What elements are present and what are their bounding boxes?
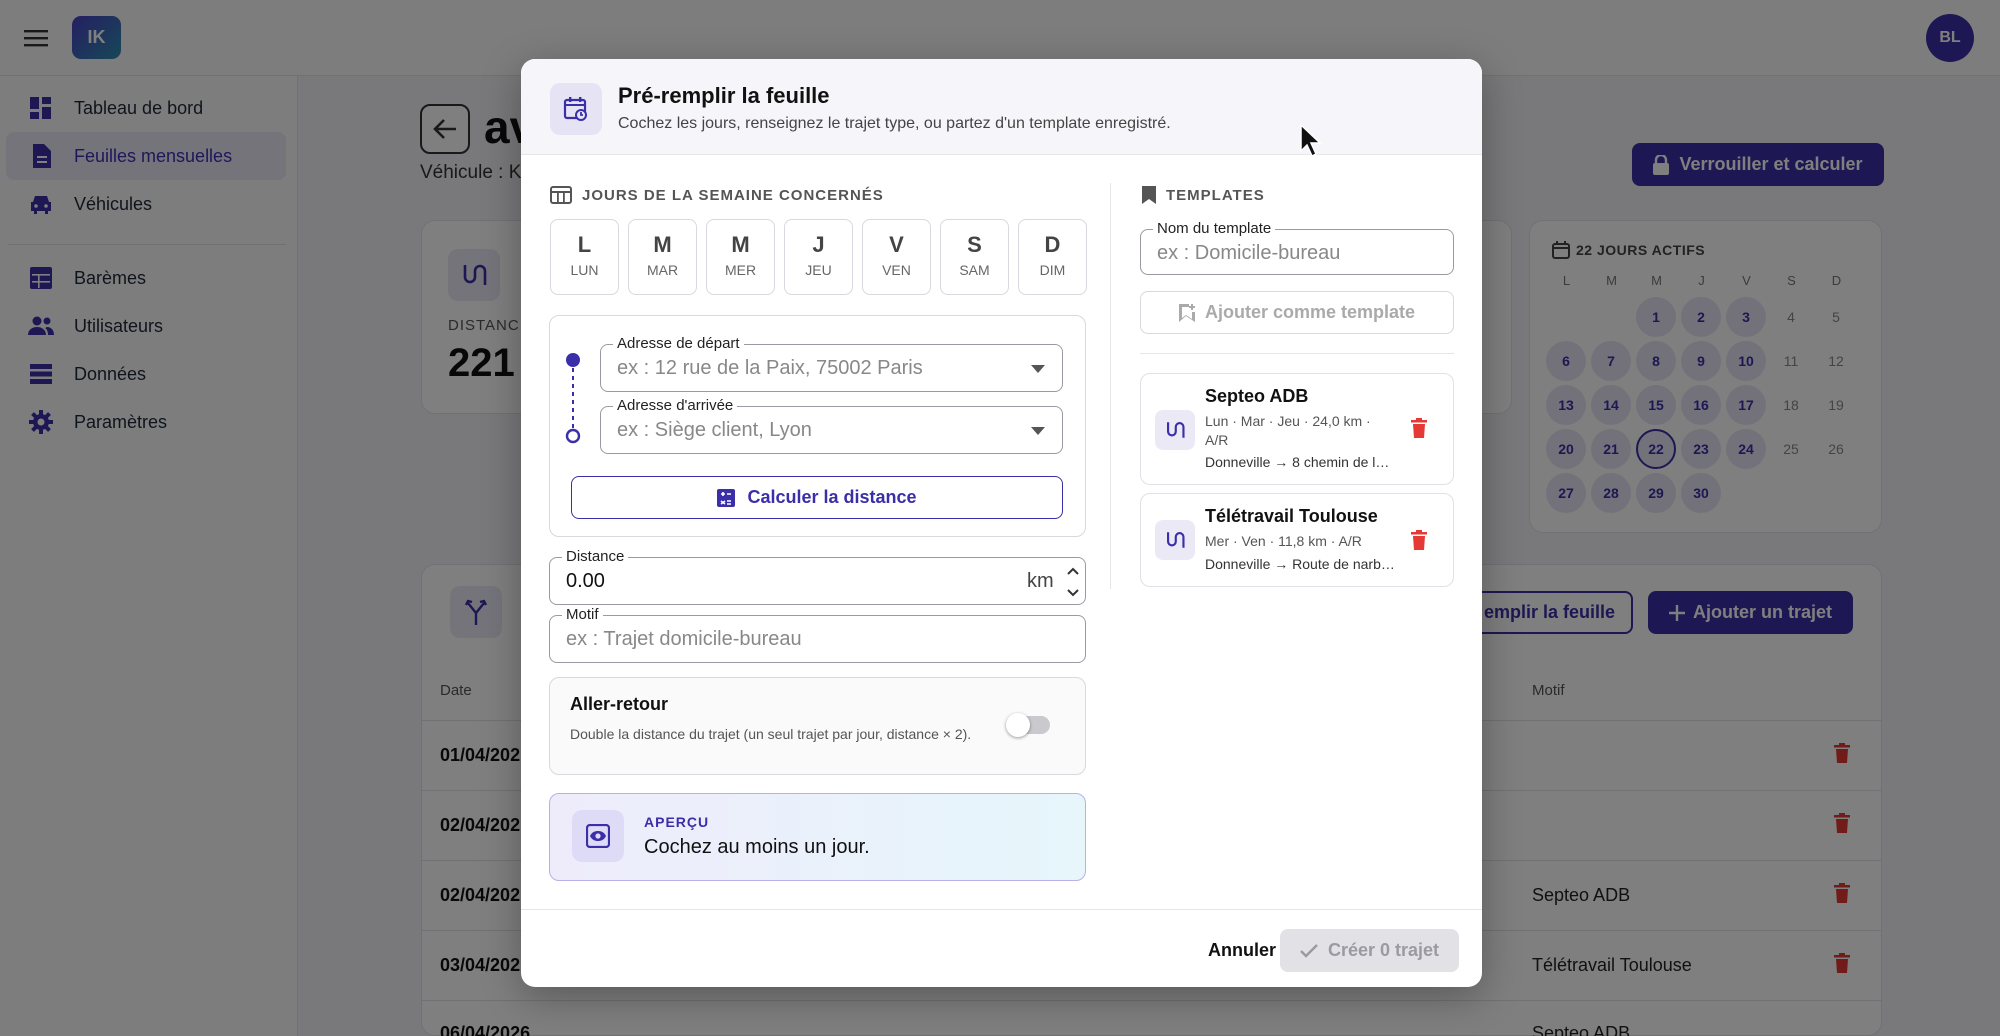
preview-text: Cochez au moins un jour. (644, 836, 870, 858)
day-short: SAM (959, 262, 990, 278)
dialog-header: Pré-remplir la feuille Cochez les jours,… (521, 59, 1482, 155)
stepper-icon[interactable] (1066, 564, 1080, 600)
arrival-placeholder: ex : Siège client, Lyon (617, 419, 812, 441)
day-letter: V (889, 232, 904, 257)
motif-label: Motif (562, 606, 603, 623)
distance-unit: km (1027, 570, 1054, 592)
dialog-subtitle: Cochez les jours, renseignez le trajet t… (618, 115, 1171, 132)
template-name-label: Nom du template (1153, 220, 1276, 237)
calendar-week-icon (550, 186, 572, 204)
create-trips-button[interactable]: Créer 0 trajet (1280, 929, 1459, 972)
eye-icon (572, 810, 624, 862)
round-trip-box: Aller-retour Double la distance du traje… (549, 677, 1086, 775)
day-letter: M (731, 232, 750, 257)
preview-box: APERÇU Cochez au moins un jour. (549, 793, 1086, 881)
motif-field[interactable]: Motif ex : Trajet domicile-bureau (549, 606, 1086, 663)
dialog-footer: Annuler Créer 0 trajet (521, 909, 1482, 987)
day-short: DIM (1039, 262, 1066, 278)
days-section-title: JOURS DE LA SEMAINE CONCERNÉS (550, 186, 884, 204)
add-template-button[interactable]: Ajouter comme template (1140, 291, 1454, 334)
day-toggle-sunday[interactable]: D DIM (1018, 219, 1087, 295)
arrival-address-field[interactable]: Adresse d'arrivée ex : Siège client, Lyo… (600, 397, 1063, 454)
trash-icon[interactable] (1411, 530, 1427, 550)
template-name: Télétravail Toulouse (1205, 506, 1378, 526)
day-letter: D (1044, 232, 1061, 257)
day-letter: L (577, 232, 592, 257)
route-icon (1155, 520, 1195, 560)
bookmark-icon (1142, 186, 1156, 204)
calendar-refresh-icon (550, 83, 602, 135)
day-toggle-tuesday[interactable]: M MAR (628, 219, 697, 295)
caret-down-icon (1031, 365, 1045, 373)
templates-section-title: TEMPLATES (1142, 186, 1265, 204)
day-toggle-wednesday[interactable]: M MER (706, 219, 775, 295)
template-route: Donneville → 8 chemin de la terrasse Tou… (1205, 454, 1395, 470)
column-divider (1110, 183, 1111, 589)
mouse-cursor-icon (1300, 124, 1322, 158)
day-short: MAR (646, 262, 679, 278)
template-name-field[interactable]: Nom du template ex : Domicile-bureau (1140, 220, 1454, 275)
day-letter: J (812, 232, 825, 257)
template-item[interactable]: Télétravail Toulouse Mer · Ven · 11,8 km… (1140, 493, 1454, 587)
departure-address-field[interactable]: Adresse de départ ex : 12 rue de la Paix… (600, 335, 1063, 392)
templates-section-label: TEMPLATES (1166, 186, 1265, 204)
trash-icon[interactable] (1411, 418, 1427, 438)
check-icon (1300, 943, 1318, 958)
dialog-title: Pré-remplir la feuille (618, 83, 830, 108)
prefill-dialog: Pré-remplir la feuille Cochez les jours,… (521, 59, 1482, 987)
distance-value: 0.00 (566, 570, 605, 592)
caret-down-icon (1031, 427, 1045, 435)
create-trips-label: Créer 0 trajet (1327, 940, 1440, 960)
day-letter: M (653, 232, 672, 257)
template-meta: Mer · Ven · 11,8 km · A/R (1205, 533, 1362, 549)
days-section-label: JOURS DE LA SEMAINE CONCERNÉS (582, 186, 884, 204)
departure-label: Adresse de départ (613, 335, 744, 352)
round-trip-description: Double la distance du trajet (un seul tr… (570, 726, 972, 742)
distance-label: Distance (562, 548, 629, 565)
distance-field[interactable]: Distance 0.00 km (549, 548, 1086, 605)
calculator-icon (717, 488, 736, 507)
round-trip-title: Aller-retour (570, 694, 669, 714)
motif-placeholder: ex : Trajet domicile-bureau (566, 628, 802, 650)
day-short: VEN (882, 262, 911, 278)
day-letter: S (967, 232, 982, 257)
day-short: MER (724, 262, 757, 278)
templates-divider (1140, 353, 1454, 354)
route-box: Adresse de départ ex : 12 rue de la Paix… (549, 315, 1086, 537)
round-trip-toggle[interactable] (1006, 713, 1050, 737)
add-template-label: Ajouter comme template (1204, 302, 1416, 322)
day-short: JEU (805, 262, 832, 278)
template-meta: Lun · Mar · Jeu · 24,0 km · A/R (1205, 413, 1371, 448)
day-toggle-friday[interactable]: V VEN (862, 219, 931, 295)
template-route: Donneville → Route de narbonne Toulouse (1205, 556, 1395, 572)
route-icon (1155, 410, 1195, 450)
route-timeline-icon (565, 353, 581, 444)
day-short: LUN (570, 262, 599, 278)
template-name: Septeo ADB (1205, 386, 1309, 406)
calculate-distance-label: Calculer la distance (747, 487, 917, 507)
day-toggle-monday[interactable]: L LUN (550, 219, 619, 295)
calculate-distance-button[interactable]: Calculer la distance (571, 476, 1063, 519)
arrival-label: Adresse d'arrivée (613, 397, 738, 414)
preview-title: APERÇU (644, 814, 710, 830)
template-name-placeholder: ex : Domicile-bureau (1157, 242, 1341, 264)
template-item[interactable]: Septeo ADB Lun · Mar · Jeu · 24,0 km · A… (1140, 373, 1454, 485)
departure-placeholder: ex : 12 rue de la Paix, 75002 Paris (617, 357, 923, 379)
bookmark-add-icon (1178, 303, 1195, 322)
day-toggle-thursday[interactable]: J JEU (784, 219, 853, 295)
day-toggle-saturday[interactable]: S SAM (940, 219, 1009, 295)
